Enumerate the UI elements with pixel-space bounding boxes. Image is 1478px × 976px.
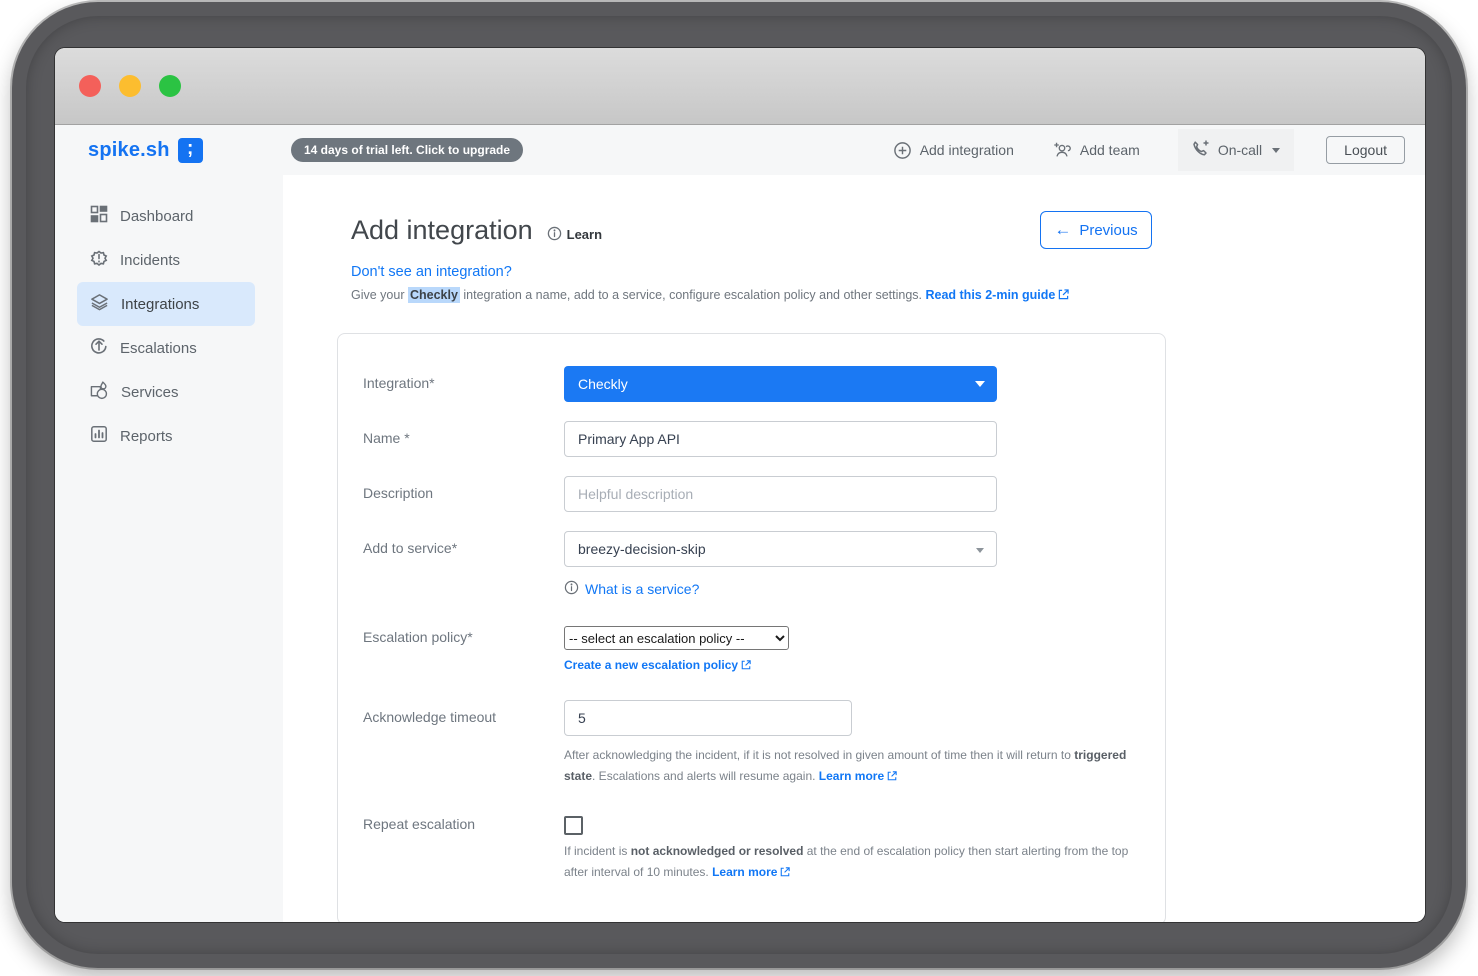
external-link-icon: [887, 767, 897, 788]
repeat-escalation-helper: If incident is not acknowledged or resol…: [564, 841, 1140, 884]
sidebar-item-settings[interactable]: ⚙ Settings: [55, 913, 283, 922]
dont-see-integration-link[interactable]: Don't see an integration?: [351, 264, 512, 280]
external-link-icon: [741, 659, 751, 673]
logo-mark-icon: ;: [177, 137, 203, 163]
ack-timeout-input[interactable]: [564, 700, 852, 736]
escalation-policy-select[interactable]: -- select an escalation policy --: [564, 626, 789, 650]
integrations-icon: [90, 293, 109, 316]
logout-button[interactable]: Logout: [1326, 136, 1405, 164]
sidebar-item-incidents[interactable]: Incidents: [55, 238, 283, 282]
chevron-down-icon: [975, 381, 985, 387]
external-link-icon: [1058, 289, 1070, 303]
sidebar-item-services[interactable]: Services: [55, 370, 283, 414]
escalations-icon: [90, 337, 108, 359]
sidebar-item-dashboard[interactable]: Dashboard: [55, 194, 283, 238]
ack-helper-pre: After acknowledging the incident, if it …: [564, 748, 1075, 762]
service-select-value: breezy-decision-skip: [578, 541, 706, 557]
escalation-policy-label: Escalation policy*: [363, 629, 473, 645]
plus-circle-icon: [893, 141, 912, 160]
integration-form-card: Integration* Checkly Name * De: [337, 333, 1166, 922]
integration-label: Integration*: [363, 375, 435, 391]
ack-learn-more-link[interactable]: Learn more: [819, 769, 884, 783]
what-is-a-service-link[interactable]: What is a service?: [585, 581, 699, 597]
sidebar-item-label: Incidents: [120, 251, 181, 269]
ack-helper-mid: . Escalations and alerts will resume aga…: [592, 769, 819, 783]
trial-upgrade-badge[interactable]: 14 days of trial left. Click to upgrade: [291, 138, 524, 162]
brand-logo[interactable]: spike.sh ;: [55, 137, 283, 163]
create-escalation-policy-link[interactable]: Create a new escalation policy: [564, 658, 738, 672]
sidebar-item-integrations[interactable]: Integrations: [77, 282, 255, 326]
on-call-dropdown[interactable]: On-call: [1177, 129, 1295, 171]
name-input[interactable]: [564, 421, 997, 457]
description-input[interactable]: [564, 476, 997, 512]
service-select[interactable]: breezy-decision-skip: [564, 531, 997, 567]
arrow-left-icon: ←: [1054, 220, 1072, 239]
sidebar-item-label: Services: [121, 383, 179, 401]
sidebar-item-label: Escalations: [120, 339, 197, 357]
previous-button[interactable]: ← Previous: [1040, 211, 1152, 249]
previous-label: Previous: [1079, 221, 1138, 239]
add-team-label: Add team: [1079, 142, 1140, 158]
add-integration-topbar-button[interactable]: Add integration: [893, 141, 1014, 160]
name-label: Name *: [363, 430, 410, 446]
sidebar-item-reports[interactable]: Reports: [55, 414, 283, 458]
repeat-helper-bold: not acknowledged or resolved: [630, 844, 804, 858]
intro-highlight: Checkly: [407, 287, 460, 303]
integration-select[interactable]: Checkly: [564, 366, 997, 402]
ack-timeout-helper: After acknowledging the incident, if it …: [564, 745, 1140, 788]
page-title: Add integration: [351, 215, 533, 245]
add-team-icon: [1052, 141, 1072, 159]
browser-window: spike.sh ; 14 days of trial left. Click …: [55, 48, 1425, 922]
repeat-escalation-checkbox[interactable]: [564, 816, 583, 835]
integration-select-value: Checkly: [578, 376, 628, 392]
intro-post: integration a name, add to a service, co…: [459, 288, 926, 302]
ack-timeout-label: Acknowledge timeout: [363, 709, 497, 725]
add-integration-topbar-label: Add integration: [919, 142, 1014, 158]
learn-label: Learn: [566, 227, 603, 242]
close-window-button[interactable]: [79, 75, 101, 97]
app-topbar: spike.sh ; 14 days of trial left. Click …: [55, 125, 1425, 175]
dashboard-icon: [90, 205, 108, 227]
services-icon: [90, 380, 109, 404]
main-content: Add integration Learn ← Previous Don't s…: [283, 175, 1425, 922]
external-link-icon: [780, 863, 791, 884]
sidebar-item-label: Reports: [120, 427, 173, 445]
info-icon: [564, 580, 579, 598]
chevron-down-icon: [1272, 147, 1281, 153]
repeat-escalation-label: Repeat escalation: [363, 816, 476, 832]
chevron-down-icon: [976, 548, 984, 553]
reports-icon: [90, 425, 108, 447]
on-call-label: On-call: [1217, 142, 1263, 158]
sidebar-item-escalations[interactable]: Escalations: [55, 326, 283, 370]
repeat-helper-pre: If incident is: [564, 844, 631, 858]
sidebar-item-label: Integrations: [121, 295, 200, 313]
sidebar-item-label: Dashboard: [120, 207, 194, 225]
incidents-icon: [90, 249, 108, 271]
window-titlebar: [55, 48, 1425, 125]
learn-link[interactable]: Learn: [547, 226, 602, 244]
intro-pre: Give your: [351, 288, 408, 302]
add-team-button[interactable]: Add team: [1052, 141, 1140, 159]
intro-text: Give your Checkly integration a name, ad…: [351, 287, 1425, 303]
guide-link[interactable]: Read this 2-min guide: [925, 288, 1055, 302]
maximize-window-button[interactable]: [159, 75, 181, 97]
repeat-learn-more-link[interactable]: Learn more: [712, 865, 777, 879]
service-label: Add to service*: [363, 540, 458, 556]
sidebar: Dashboard Incidents Integrations Escalat…: [55, 175, 283, 922]
description-label: Description: [363, 485, 434, 501]
info-icon: [547, 226, 562, 244]
logo-text: spike.sh: [88, 138, 170, 161]
phone-plus-icon: [1192, 140, 1210, 160]
minimize-window-button[interactable]: [119, 75, 141, 97]
